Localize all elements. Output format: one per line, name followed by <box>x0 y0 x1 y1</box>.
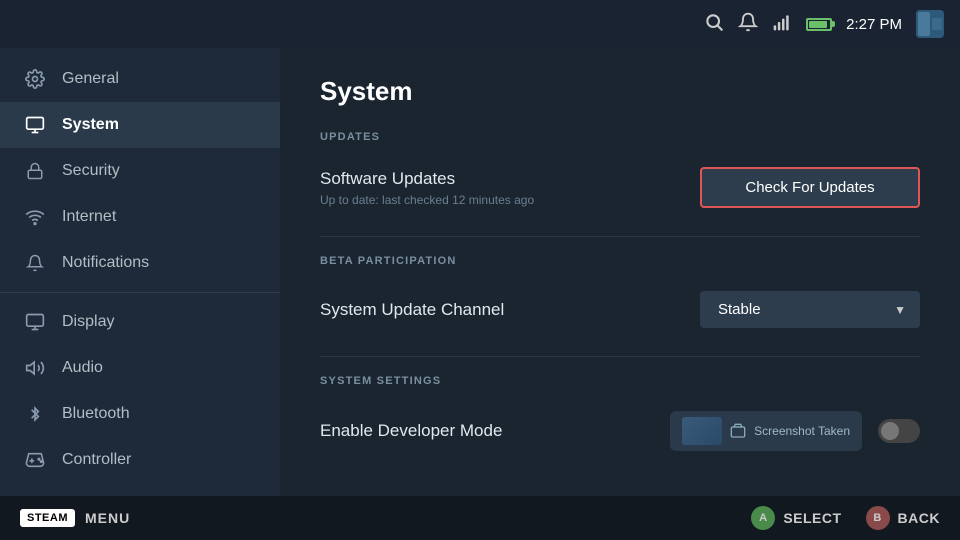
b-button[interactable]: B <box>866 506 890 530</box>
sidebar-item-notifications[interactable]: Notifications <box>0 240 280 286</box>
dev-mode-toggle[interactable] <box>878 419 920 443</box>
system-icon <box>24 114 46 136</box>
sidebar-item-controller[interactable]: Controller <box>0 437 280 483</box>
sidebar-label-general: General <box>62 70 119 88</box>
updates-section-label: UPDATES <box>320 131 920 143</box>
sidebar-label-notifications: Notifications <box>62 254 149 272</box>
bell-icon <box>24 252 46 274</box>
bottom-bar: STEAM MENU A SELECT B BACK <box>0 496 960 540</box>
bluetooth-icon <box>24 403 46 425</box>
select-action: A SELECT <box>751 506 841 530</box>
software-updates-row: Software Updates Up to date: last checke… <box>320 157 920 218</box>
dev-mode-row: Enable Developer Mode Screenshot Taken <box>320 401 920 461</box>
gear-icon <box>24 68 46 90</box>
audio-icon <box>24 357 46 379</box>
screenshot-thumbnail <box>682 417 722 445</box>
sidebar-item-internet[interactable]: Internet <box>0 194 280 240</box>
select-label: SELECT <box>783 510 841 526</box>
sidebar-item-bluetooth[interactable]: Bluetooth <box>0 391 280 437</box>
sidebar-label-system: System <box>62 116 119 134</box>
main-layout: General System Security <box>0 48 960 496</box>
controller-icon <box>24 449 46 471</box>
steam-menu[interactable]: STEAM MENU <box>20 509 130 527</box>
sidebar-item-display[interactable]: Display <box>0 299 280 345</box>
sidebar-label-controller: Controller <box>62 451 131 469</box>
sidebar-label-bluetooth: Bluetooth <box>62 405 130 423</box>
channel-row: System Update Channel Stable Beta Previe… <box>320 281 920 338</box>
a-button-label: A <box>759 512 767 524</box>
sidebar-item-general[interactable]: General <box>0 56 280 102</box>
screenshot-notification: Screenshot Taken <box>670 411 862 451</box>
page-title: System <box>320 76 920 107</box>
signal-icon <box>772 12 792 37</box>
header-icons: 2:27 PM <box>704 10 944 38</box>
main-content: System UPDATES Software Updates Up to da… <box>280 48 960 496</box>
software-updates-sublabel: Up to date: last checked 12 minutes ago <box>320 193 534 207</box>
sidebar-item-system[interactable]: System <box>0 102 280 148</box>
search-icon[interactable] <box>704 12 724 37</box>
back-label: BACK <box>898 510 940 526</box>
sidebar-label-audio: Audio <box>62 359 103 377</box>
a-button[interactable]: A <box>751 506 775 530</box>
sidebar-label-internet: Internet <box>62 208 116 226</box>
channel-dropdown[interactable]: Stable Beta Preview <box>700 291 920 328</box>
beta-divider <box>320 356 920 357</box>
sidebar-item-audio[interactable]: Audio <box>0 345 280 391</box>
battery-icon <box>806 18 832 31</box>
beta-section-label: BETA PARTICIPATION <box>320 255 920 267</box>
wifi-icon <box>24 206 46 228</box>
steam-badge: STEAM <box>20 509 75 527</box>
dev-mode-label: Enable Developer Mode <box>320 421 502 441</box>
dev-mode-right: Screenshot Taken <box>670 411 920 451</box>
screenshot-icon <box>730 423 746 439</box>
sidebar-item-security[interactable]: Security <box>0 148 280 194</box>
screenshot-taken-label: Screenshot Taken <box>754 424 850 438</box>
lock-icon <box>24 160 46 182</box>
system-settings-section-label: SYSTEM SETTINGS <box>320 375 920 387</box>
updates-divider <box>320 236 920 237</box>
sidebar-divider <box>0 292 280 293</box>
sidebar: General System Security <box>0 48 280 496</box>
avatar[interactable] <box>916 10 944 38</box>
bottom-actions: A SELECT B BACK <box>751 506 940 530</box>
back-action: B BACK <box>866 506 940 530</box>
notification-icon[interactable] <box>738 12 758 37</box>
sidebar-label-display: Display <box>62 313 114 331</box>
channel-dropdown-wrapper: Stable Beta Preview ▼ <box>700 291 920 328</box>
time-display: 2:27 PM <box>846 16 902 33</box>
check-for-updates-button[interactable]: Check For Updates <box>700 167 920 208</box>
menu-label: MENU <box>85 510 130 526</box>
sidebar-label-security: Security <box>62 162 120 180</box>
channel-label: System Update Channel <box>320 300 504 320</box>
header-bar: 2:27 PM <box>0 0 960 48</box>
b-button-label: B <box>873 512 881 524</box>
software-updates-label: Software Updates <box>320 169 534 189</box>
software-updates-label-group: Software Updates Up to date: last checke… <box>320 169 534 207</box>
display-icon <box>24 311 46 333</box>
